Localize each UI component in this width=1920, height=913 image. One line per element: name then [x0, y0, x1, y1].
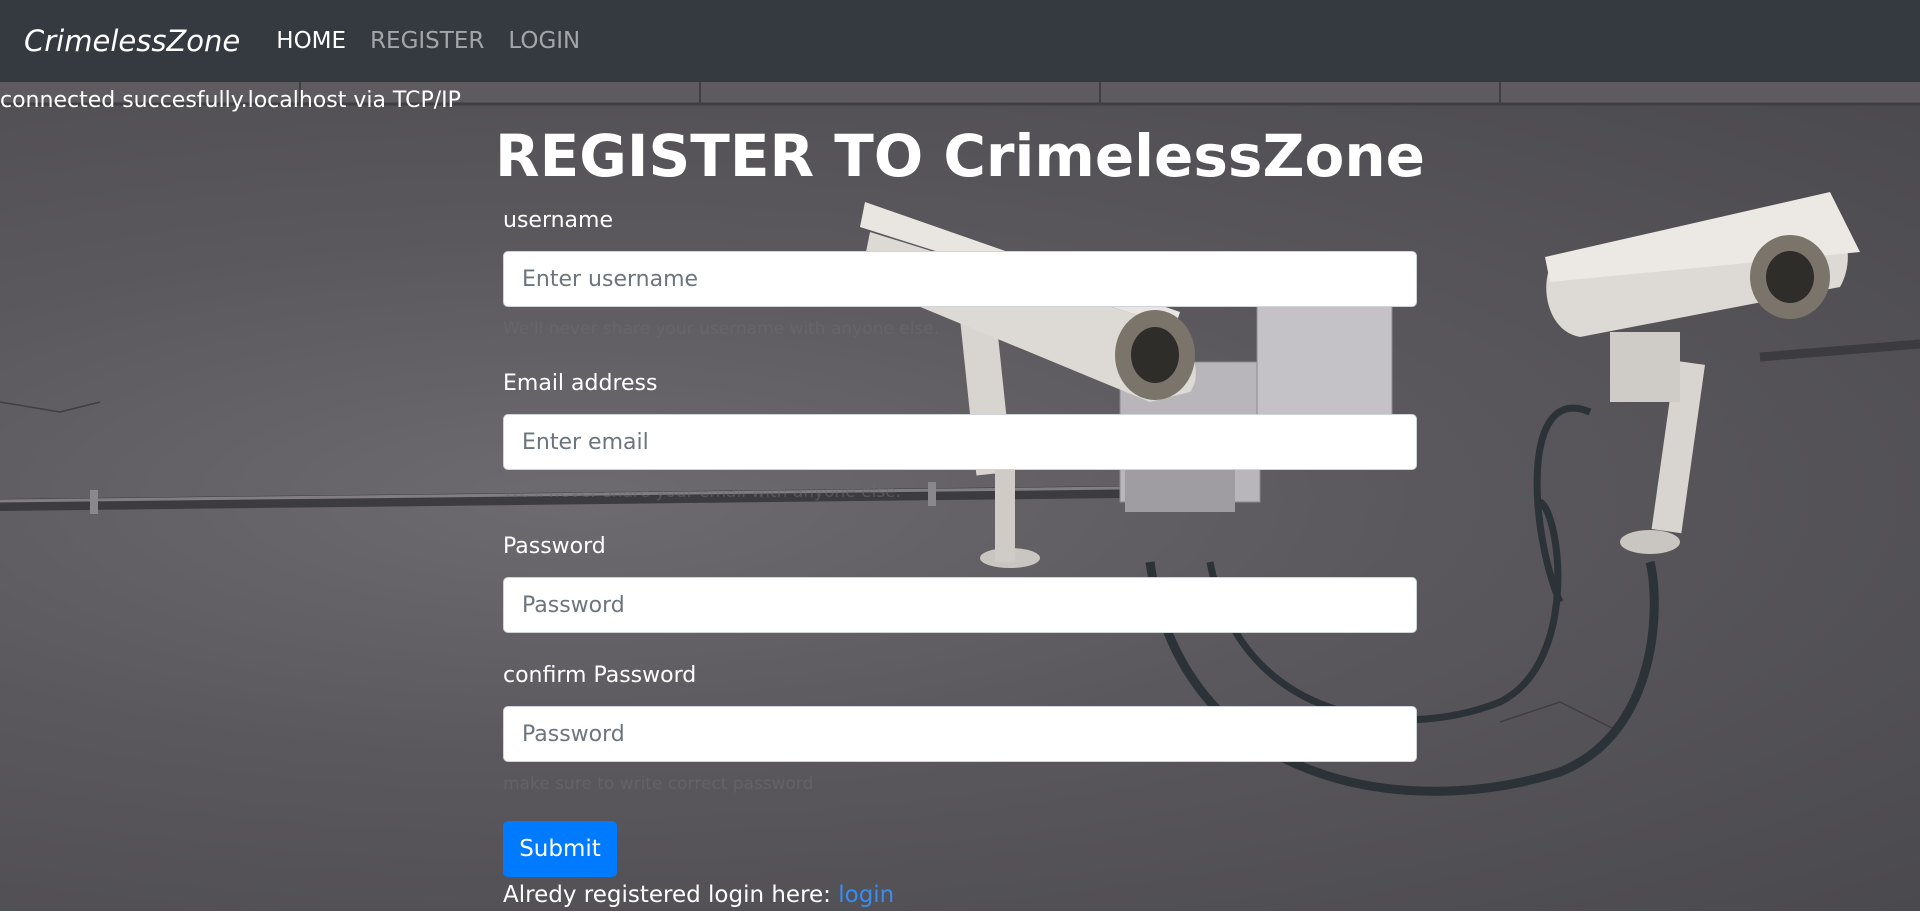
password-label: Password: [503, 534, 606, 559]
security-camera-illustration: [0, 82, 1920, 796]
username-input[interactable]: [503, 251, 1417, 307]
confirm-password-input[interactable]: [503, 706, 1417, 762]
page-title: REGISTER TO CrimelessZone: [495, 122, 1425, 190]
nav-login[interactable]: LOGIN: [508, 28, 580, 54]
email-input[interactable]: [503, 414, 1417, 470]
confirm-password-help: make sure to write correct password: [503, 774, 814, 794]
navbar: CrimelessZone HOME REGISTER LOGIN: [0, 0, 1920, 82]
brand-logo[interactable]: CrimelessZone: [24, 24, 240, 58]
login-link[interactable]: login: [838, 882, 894, 908]
connection-status: connected succesfully.localhost via TCP/…: [0, 88, 461, 113]
email-help: We'll never share your email with anyone…: [503, 482, 902, 502]
email-label: Email address: [503, 371, 658, 396]
username-help: We'll never share your username with any…: [503, 319, 940, 339]
login-prompt-text: Alredy registered login here:: [503, 882, 839, 908]
submit-button[interactable]: Submit: [503, 821, 617, 877]
nav-home[interactable]: HOME: [276, 28, 346, 54]
login-prompt: Alredy registered login here: login: [503, 882, 894, 908]
background-image: [0, 82, 1920, 913]
confirm-password-label: confirm Password: [503, 663, 697, 688]
username-label: username: [503, 208, 613, 233]
password-input[interactable]: [503, 577, 1417, 633]
nav-register[interactable]: REGISTER: [370, 28, 484, 54]
